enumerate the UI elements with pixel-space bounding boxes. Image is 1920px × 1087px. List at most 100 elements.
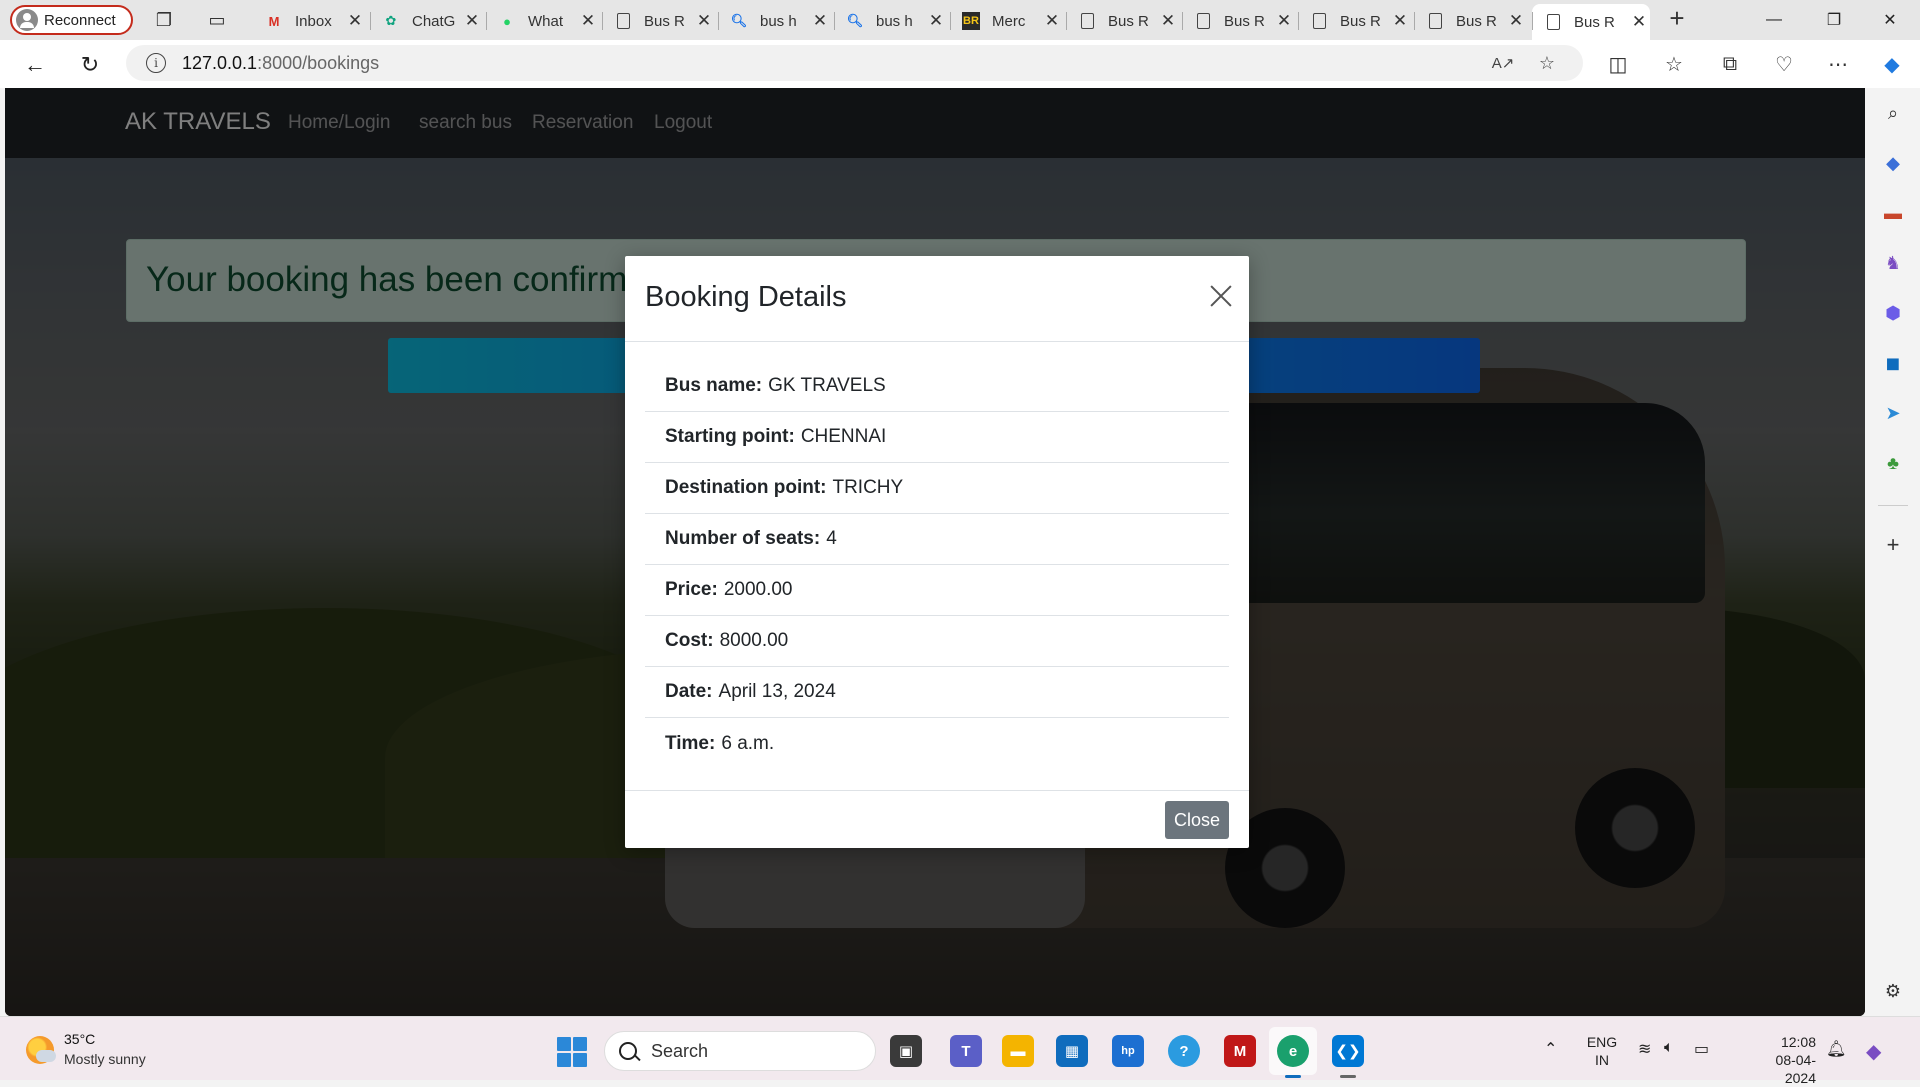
booking-details-modal: Booking Details Bus name: GK TRAVELS Star… xyxy=(625,256,1249,848)
refresh-icon[interactable]: ↻ xyxy=(75,50,105,80)
shopping-tag-icon[interactable]: ◆ xyxy=(1879,149,1907,177)
tab-bus-reservation-active[interactable]: Bus R ✕ xyxy=(1532,4,1650,40)
page-icon xyxy=(614,12,632,30)
site-info-icon[interactable]: i xyxy=(146,53,166,73)
weather-sun-cloud-icon[interactable] xyxy=(26,1036,56,1064)
copilot-icon[interactable]: ◆ xyxy=(1866,1039,1881,1064)
tree-icon[interactable]: ♣ xyxy=(1879,449,1907,477)
language-indicator[interactable]: ENG IN xyxy=(1586,1033,1618,1069)
close-tab-icon[interactable]: ✕ xyxy=(1389,11,1411,31)
file-explorer-icon[interactable]: ▬ xyxy=(1002,1035,1034,1067)
page-icon xyxy=(1426,12,1444,30)
modal-title: Booking Details xyxy=(645,281,847,313)
tab-bus-reservation[interactable]: Bus R ✕ xyxy=(1066,4,1179,38)
windows-start-icon[interactable] xyxy=(557,1037,587,1067)
tab-label: Bus R xyxy=(1456,12,1497,30)
close-tab-icon[interactable]: ✕ xyxy=(809,11,831,31)
close-tab-icon[interactable]: ✕ xyxy=(344,11,366,31)
edge-icon[interactable]: e xyxy=(1277,1035,1309,1067)
close-window-button[interactable]: ✕ xyxy=(1860,0,1920,40)
weather-temperature[interactable]: 35°C xyxy=(64,1031,95,1047)
new-tab-button[interactable]: + xyxy=(1662,4,1692,34)
chevron-up-icon[interactable]: ⌃ xyxy=(1544,1039,1557,1059)
tab-bus-search[interactable]: 🔍︎ bus h ✕ xyxy=(718,4,831,38)
task-view-icon[interactable]: ▣ xyxy=(890,1035,922,1067)
tab-merc[interactable]: BR Merc ✕ xyxy=(950,4,1063,38)
tab-whatsapp[interactable]: ● What ✕ xyxy=(486,4,599,38)
close-tab-icon[interactable]: ✕ xyxy=(1157,11,1179,31)
taskbar-search-box[interactable]: Search xyxy=(604,1031,876,1071)
send-icon[interactable]: ➤ xyxy=(1879,399,1907,427)
help-icon[interactable]: ? xyxy=(1168,1035,1200,1067)
games-icon[interactable]: ♞ xyxy=(1879,249,1907,277)
restore-button[interactable]: ❐ xyxy=(1804,0,1864,40)
favorites-icon[interactable]: ☆ xyxy=(1660,50,1688,78)
back-arrow-icon[interactable]: ← xyxy=(20,50,50,80)
close-tab-icon[interactable]: ✕ xyxy=(1505,11,1527,31)
minimize-button[interactable]: — xyxy=(1744,0,1804,40)
favorite-star-icon[interactable]: ☆ xyxy=(1534,51,1560,75)
tab-inbox[interactable]: M Inbox ✕ xyxy=(253,4,366,38)
tab-bus-search-2[interactable]: 🔍︎ bus h ✕ xyxy=(834,4,947,38)
modal-footer: Close xyxy=(625,790,1249,848)
close-button[interactable]: Close xyxy=(1165,801,1229,839)
detail-cost: Cost: 8000.00 xyxy=(645,616,1229,667)
search-icon: 🔍︎ xyxy=(730,13,748,28)
clock[interactable]: 12:08 08-04-2024 xyxy=(1762,1033,1816,1087)
detail-date: Date: April 13, 2024 xyxy=(645,667,1229,718)
tab-actions-icon[interactable]: ▭ xyxy=(205,8,229,32)
weather-description[interactable]: Mostly sunny xyxy=(64,1051,146,1067)
tab-label: Inbox xyxy=(295,12,332,30)
chatgpt-icon: ✿ xyxy=(385,13,397,28)
toolbox-icon[interactable]: ▬ xyxy=(1879,199,1907,227)
gmail-icon: M xyxy=(268,13,280,29)
close-tab-icon[interactable]: ✕ xyxy=(1273,11,1295,31)
br-icon: BR xyxy=(962,12,980,30)
search-label: Search xyxy=(651,1040,709,1061)
tab-bus-reservation[interactable]: Bus R ✕ xyxy=(1182,4,1295,38)
close-icon[interactable] xyxy=(1207,282,1235,310)
read-aloud-icon[interactable]: A↗ xyxy=(1490,51,1516,75)
microsoft-store-icon[interactable]: ▦ xyxy=(1056,1035,1088,1067)
whatsapp-icon: ● xyxy=(503,13,511,29)
profile-button[interactable]: Reconnect xyxy=(10,5,133,35)
close-tab-icon[interactable]: ✕ xyxy=(1041,11,1063,31)
tab-label: Bus R xyxy=(1340,12,1381,30)
settings-gear-icon[interactable]: ⚙ xyxy=(1879,977,1907,1005)
add-icon[interactable]: + xyxy=(1879,531,1907,559)
myhp-icon[interactable]: hp xyxy=(1112,1035,1144,1067)
search-icon xyxy=(619,1042,637,1060)
microsoft-365-icon[interactable]: ⬢ xyxy=(1879,299,1907,327)
close-tab-icon[interactable]: ✕ xyxy=(1628,12,1650,32)
url-input[interactable]: i 127.0.0.1:8000/bookings A↗ ☆ xyxy=(126,45,1583,81)
page-icon xyxy=(1310,12,1328,30)
more-menu-icon[interactable]: ⋯ xyxy=(1824,50,1852,78)
close-tab-icon[interactable]: ✕ xyxy=(693,11,715,31)
copilot-icon[interactable]: ◆ xyxy=(1878,50,1906,78)
battery-icon[interactable]: ▭ xyxy=(1694,1039,1709,1059)
vscode-icon[interactable]: ❮❯ xyxy=(1332,1035,1364,1067)
close-tab-icon[interactable]: ✕ xyxy=(925,11,947,31)
detail-number-of-seats: Number of seats: 4 xyxy=(645,514,1229,565)
volume-icon[interactable]: 🔈︎ xyxy=(1664,1039,1674,1057)
booking-detail-list: Bus name: GK TRAVELS Starting point: CHENN… xyxy=(645,361,1229,769)
wifi-icon[interactable]: ≋ xyxy=(1638,1039,1651,1059)
tab-label: ChatG xyxy=(412,12,456,30)
search-icon[interactable]: ⌕ xyxy=(1879,99,1907,127)
teams-icon[interactable]: T xyxy=(950,1035,982,1067)
split-screen-icon[interactable]: ◫ xyxy=(1604,50,1632,78)
windows-taskbar: 35°C Mostly sunny Search ▣ T ▬ ▦ hp ? M … xyxy=(0,1016,1920,1086)
notification-bell-icon[interactable]: 🔔︎ xyxy=(1826,1039,1846,1059)
tab-bus-reservation[interactable]: Bus R ✕ xyxy=(1298,4,1411,38)
tab-chatgpt[interactable]: ✿ ChatG ✕ xyxy=(370,4,483,38)
outlook-icon[interactable]: ◼ xyxy=(1879,349,1907,377)
collections-icon[interactable]: ⧉ xyxy=(1716,50,1744,78)
running-indicator xyxy=(1285,1075,1301,1078)
mcafee-icon[interactable]: M xyxy=(1224,1035,1256,1067)
close-tab-icon[interactable]: ✕ xyxy=(577,11,599,31)
tab-bus-reservation[interactable]: Bus R ✕ xyxy=(1414,4,1527,38)
tab-bus-reservation[interactable]: Bus R ✕ xyxy=(602,4,715,38)
browser-essentials-icon[interactable]: ♡ xyxy=(1770,50,1798,78)
close-tab-icon[interactable]: ✕ xyxy=(461,11,483,31)
workspaces-icon[interactable]: ❐ xyxy=(152,8,176,32)
